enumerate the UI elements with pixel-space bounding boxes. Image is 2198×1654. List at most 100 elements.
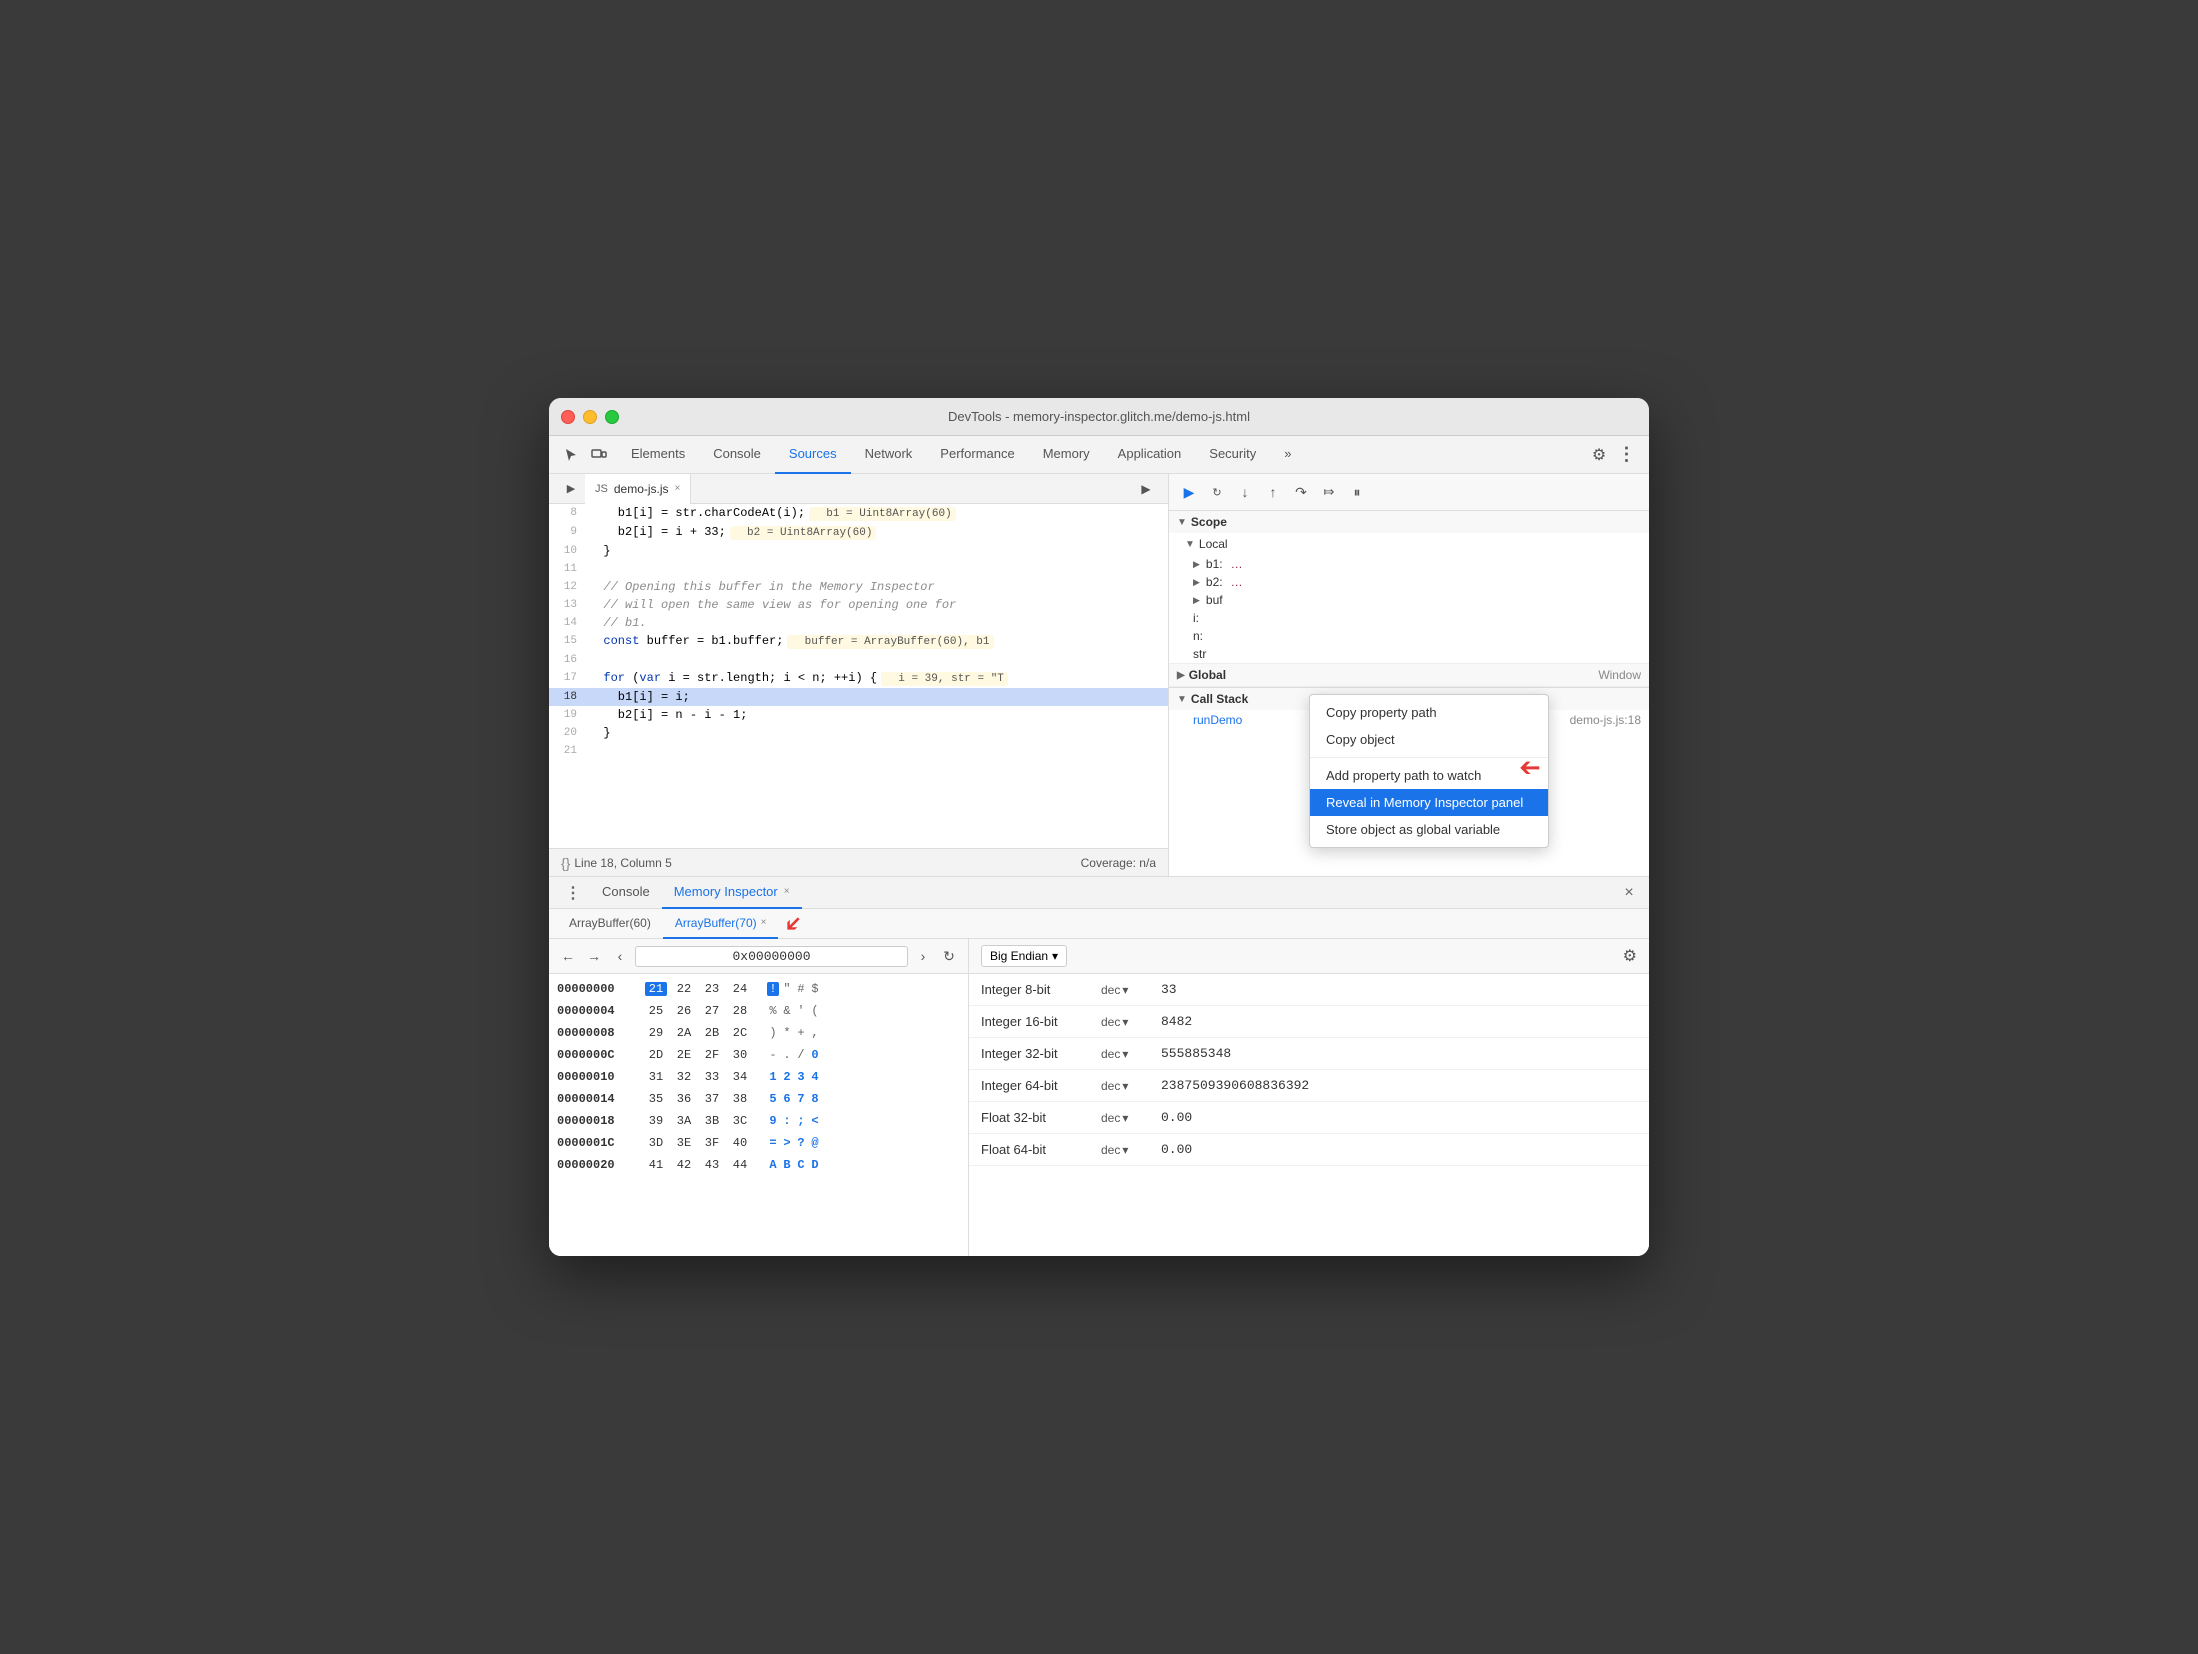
- hex-byte-33[interactable]: 30: [729, 1048, 751, 1062]
- bottom-tab-memory-inspector[interactable]: Memory Inspector ×: [662, 877, 802, 909]
- tab-sources[interactable]: Sources: [775, 436, 851, 474]
- hex-byte-13[interactable]: 28: [729, 1004, 751, 1018]
- hex-byte-83[interactable]: 44: [729, 1158, 751, 1172]
- bottom-tab-console[interactable]: Console: [590, 877, 662, 909]
- bottom-panel-menu[interactable]: ⋮: [557, 883, 590, 903]
- tab-application[interactable]: Application: [1104, 436, 1196, 474]
- maximize-button[interactable]: [605, 410, 619, 424]
- hex-byte-03[interactable]: 24: [729, 982, 751, 996]
- hex-byte-22[interactable]: 2B: [701, 1026, 723, 1040]
- subtab-arraybuffer-70[interactable]: ArrayBuffer(70) ×: [663, 909, 779, 939]
- hex-byte-10[interactable]: 25: [645, 1004, 667, 1018]
- hex-byte-80[interactable]: 41: [645, 1158, 667, 1172]
- source-format-icon[interactable]: ▶: [1132, 475, 1160, 503]
- more-options-icon[interactable]: ⋮: [1613, 441, 1641, 469]
- hex-byte-50[interactable]: 35: [645, 1092, 667, 1106]
- pause-on-exception[interactable]: ⏸: [1345, 480, 1369, 504]
- int64-format[interactable]: dec ▾: [1101, 1079, 1161, 1093]
- step-over-button[interactable]: ↻: [1205, 480, 1229, 504]
- ctx-copy-object[interactable]: Copy object: [1310, 726, 1548, 753]
- hex-byte-51[interactable]: 36: [673, 1092, 695, 1106]
- resume-button[interactable]: ▶: [1177, 480, 1201, 504]
- line-number-15: 15: [549, 632, 585, 650]
- hex-byte-81[interactable]: 42: [673, 1158, 695, 1172]
- float32-format[interactable]: dec ▾: [1101, 1111, 1161, 1125]
- scope-header[interactable]: ▼ Scope: [1169, 511, 1649, 533]
- hex-byte-20[interactable]: 29: [645, 1026, 667, 1040]
- tab-performance[interactable]: Performance: [926, 436, 1028, 474]
- interp-row-int8: Integer 8-bit dec ▾ 33: [969, 974, 1649, 1006]
- source-nav-icon[interactable]: ▶: [557, 475, 585, 503]
- hex-byte-62[interactable]: 3B: [701, 1114, 723, 1128]
- hex-byte-72[interactable]: 3F: [701, 1136, 723, 1150]
- hex-byte-71[interactable]: 3E: [673, 1136, 695, 1150]
- minimize-button[interactable]: [583, 410, 597, 424]
- hex-byte-31[interactable]: 2E: [673, 1048, 695, 1062]
- hex-byte-63[interactable]: 3C: [729, 1114, 751, 1128]
- deactivate-btn[interactable]: ⤇: [1317, 480, 1341, 504]
- tab-security[interactable]: Security: [1195, 436, 1270, 474]
- hex-byte-32[interactable]: 2F: [701, 1048, 723, 1062]
- code-line-18: 18 b1[i] = i;: [549, 688, 1168, 706]
- step-out-button[interactable]: ↑: [1261, 480, 1285, 504]
- hex-char-00: !: [767, 982, 779, 996]
- address-input[interactable]: [635, 946, 908, 967]
- hex-byte-52[interactable]: 37: [701, 1092, 723, 1106]
- hex-byte-21[interactable]: 2A: [673, 1026, 695, 1040]
- hex-byte-53[interactable]: 38: [729, 1092, 751, 1106]
- hex-byte-01[interactable]: 22: [673, 982, 695, 996]
- back-button[interactable]: ←: [557, 945, 579, 967]
- local-scope-header[interactable]: ▼ Local: [1169, 533, 1649, 555]
- close-bottom-panel[interactable]: ×: [1617, 881, 1641, 905]
- hex-byte-40[interactable]: 31: [645, 1070, 667, 1084]
- next-address-button[interactable]: ›: [912, 945, 934, 967]
- int16-format[interactable]: dec ▾: [1101, 1015, 1161, 1029]
- forward-button[interactable]: →: [583, 945, 605, 967]
- tab-memory[interactable]: Memory: [1029, 436, 1104, 474]
- hex-byte-60[interactable]: 39: [645, 1114, 667, 1128]
- subtab-arraybuffer-60[interactable]: ArrayBuffer(60): [557, 909, 663, 939]
- hex-byte-70[interactable]: 3D: [645, 1136, 667, 1150]
- ctx-store-global[interactable]: Store object as global variable: [1310, 816, 1548, 843]
- settings-icon[interactable]: ⚙: [1585, 441, 1613, 469]
- hex-byte-12[interactable]: 27: [701, 1004, 723, 1018]
- hex-byte-00[interactable]: 21: [645, 982, 667, 996]
- ctx-add-to-watch[interactable]: Add property path to watch: [1310, 762, 1548, 789]
- hex-byte-82[interactable]: 43: [701, 1158, 723, 1172]
- int32-format[interactable]: dec ▾: [1101, 1047, 1161, 1061]
- hex-byte-02[interactable]: 23: [701, 982, 723, 996]
- file-tab-demo-js[interactable]: JS demo-js.js ×: [585, 474, 691, 504]
- step-button[interactable]: ↷: [1289, 480, 1313, 504]
- interpreter-settings-icon[interactable]: ⚙: [1623, 946, 1637, 966]
- cursor-icon[interactable]: [557, 441, 585, 469]
- prev-address-button[interactable]: ‹: [609, 945, 631, 967]
- hex-byte-41[interactable]: 32: [673, 1070, 695, 1084]
- ctx-copy-property-path[interactable]: Copy property path: [1310, 699, 1548, 726]
- hex-byte-43[interactable]: 34: [729, 1070, 751, 1084]
- endian-selector[interactable]: Big Endian ▾: [981, 945, 1067, 967]
- subtab-arraybuffer-70-close[interactable]: ×: [761, 917, 767, 928]
- hex-byte-23[interactable]: 2C: [729, 1026, 751, 1040]
- hex-char-20: ): [767, 1026, 779, 1040]
- step-into-button[interactable]: ↓: [1233, 480, 1257, 504]
- hex-byte-30[interactable]: 2D: [645, 1048, 667, 1062]
- hex-bytes-6: 39 3A 3B 3C: [645, 1114, 751, 1128]
- tab-more[interactable]: »: [1270, 436, 1305, 474]
- close-button[interactable]: [561, 410, 575, 424]
- refresh-button[interactable]: ↻: [938, 945, 960, 967]
- hex-byte-61[interactable]: 3A: [673, 1114, 695, 1128]
- file-tab-close[interactable]: ×: [675, 483, 681, 494]
- float64-format[interactable]: dec ▾: [1101, 1143, 1161, 1157]
- hex-byte-42[interactable]: 33: [701, 1070, 723, 1084]
- ctx-reveal-memory[interactable]: Reveal in Memory Inspector panel: [1310, 789, 1548, 816]
- tab-elements[interactable]: Elements: [617, 436, 699, 474]
- global-scope-header[interactable]: ▶ Global Window: [1169, 664, 1649, 686]
- hex-byte-11[interactable]: 26: [673, 1004, 695, 1018]
- device-toggle-icon[interactable]: [585, 441, 613, 469]
- hex-addr-7: 0000001C: [557, 1136, 637, 1150]
- tab-console[interactable]: Console: [699, 436, 775, 474]
- tab-network[interactable]: Network: [851, 436, 927, 474]
- int8-format[interactable]: dec ▾: [1101, 983, 1161, 997]
- memory-inspector-close[interactable]: ×: [784, 886, 790, 897]
- hex-byte-73[interactable]: 40: [729, 1136, 751, 1150]
